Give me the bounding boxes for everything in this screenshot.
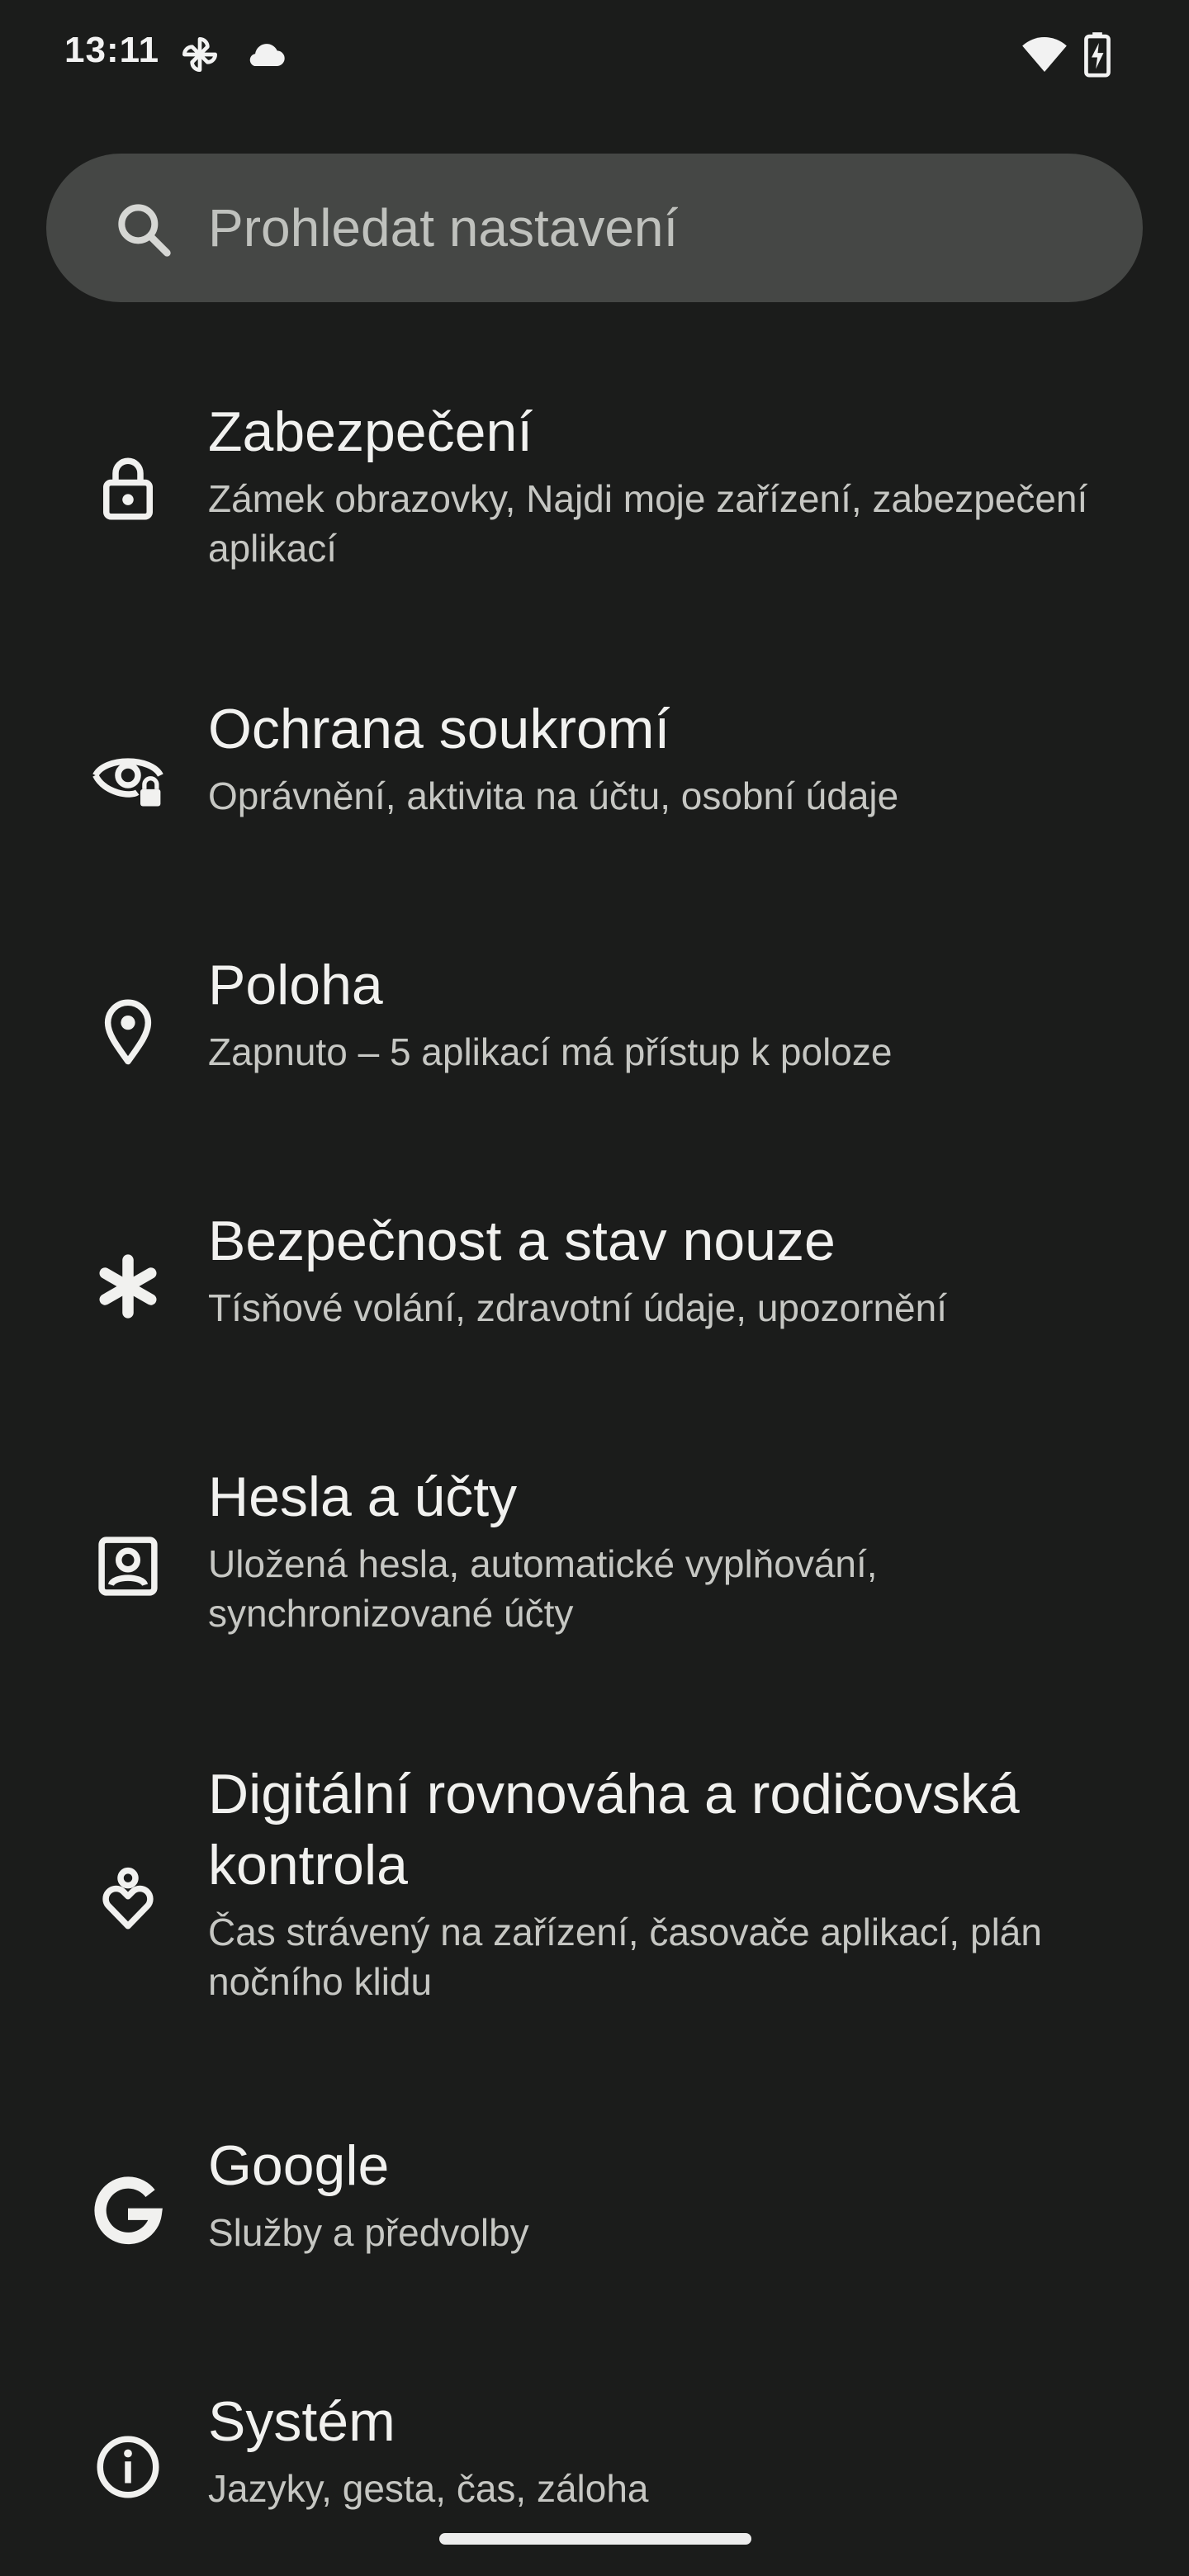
settings-item-title: Hesla a účty — [208, 1466, 518, 1528]
settings-item-safety-emergency[interactable]: Bezpečnost a stav nouze Tísňové volání, … — [0, 1172, 1189, 1379]
account-box-icon — [98, 1537, 158, 1596]
search-icon — [118, 204, 171, 257]
settings-item-system[interactable]: Systém Jazyky, gesta, čas, záloha — [0, 2353, 1189, 2559]
battery-charging-icon — [1084, 32, 1111, 78]
settings-item-title: Zabezpečení — [208, 400, 533, 463]
cloud-icon — [249, 44, 285, 67]
digital-wellbeing-icon — [102, 1867, 154, 1930]
settings-item-subtitle: Služby a předvolby — [208, 2211, 529, 2254]
google-g-icon — [94, 2176, 163, 2245]
wifi-icon — [1022, 37, 1067, 72]
settings-item-title: Bezpečnost a stav nouze — [208, 1210, 836, 1272]
settings-item-google[interactable]: Google Služby a předvolby — [0, 2097, 1189, 2304]
settings-item-title: Systém — [208, 2390, 396, 2453]
search-settings-bar[interactable]: Prohledat nastavení — [46, 154, 1143, 302]
lock-icon — [103, 457, 153, 520]
settings-item-security[interactable]: Zabezpečení Zámek obrazovky, Najdi moje … — [0, 363, 1189, 611]
settings-item-subtitle: Jazyky, gesta, čas, záloha — [208, 2467, 649, 2510]
settings-item-title: Poloha — [208, 954, 383, 1016]
navigation-gesture-handle[interactable] — [439, 2533, 751, 2545]
info-icon — [97, 2436, 159, 2498]
privacy-eye-lock-icon — [92, 758, 163, 807]
settings-item-privacy[interactable]: Ochrana soukromí Oprávnění, aktivita na … — [0, 661, 1189, 867]
settings-item-location[interactable]: Poloha Zapnuto – 5 aplikací má přístup k… — [0, 916, 1189, 1123]
settings-item-title: Google — [208, 2134, 390, 2197]
location-pin-icon — [104, 999, 152, 1065]
settings-item-title: Ochrana soukromí — [208, 698, 670, 760]
settings-item-subtitle: Zámek obrazovky, Najdi moje zařízení, za… — [208, 477, 1088, 570]
settings-item-subtitle: Tísňové volání, zdravotní údaje, upozorn… — [208, 1286, 948, 1329]
status-time: 13:11 — [64, 30, 160, 70]
settings-item-title: Digitální rovnováha a rodičovská kontrol… — [208, 1763, 1020, 1896]
search-placeholder: Prohledat nastavení — [208, 198, 679, 258]
asterisk-icon — [99, 1254, 157, 1319]
settings-item-subtitle: Uložená hesla, automatické vyplňování, s… — [208, 1542, 878, 1635]
settings-item-subtitle: Čas strávený na zařízení, časovače aplik… — [208, 1911, 1042, 2003]
settings-item-subtitle: Oprávnění, aktivita na účtu, osobní údaj… — [208, 774, 899, 817]
settings-item-subtitle: Zapnuto – 5 aplikací má přístup k poloze — [208, 1030, 893, 1073]
settings-item-digital-wellbeing[interactable]: Digitální rovnováha a rodičovská kontrol… — [0, 1726, 1189, 2048]
pinwheel-icon — [182, 37, 217, 72]
settings-item-passwords-accounts[interactable]: Hesla a účty Uložená hesla, automatické … — [0, 1428, 1189, 1676]
status-bar: 13:11 — [0, 0, 1189, 107]
